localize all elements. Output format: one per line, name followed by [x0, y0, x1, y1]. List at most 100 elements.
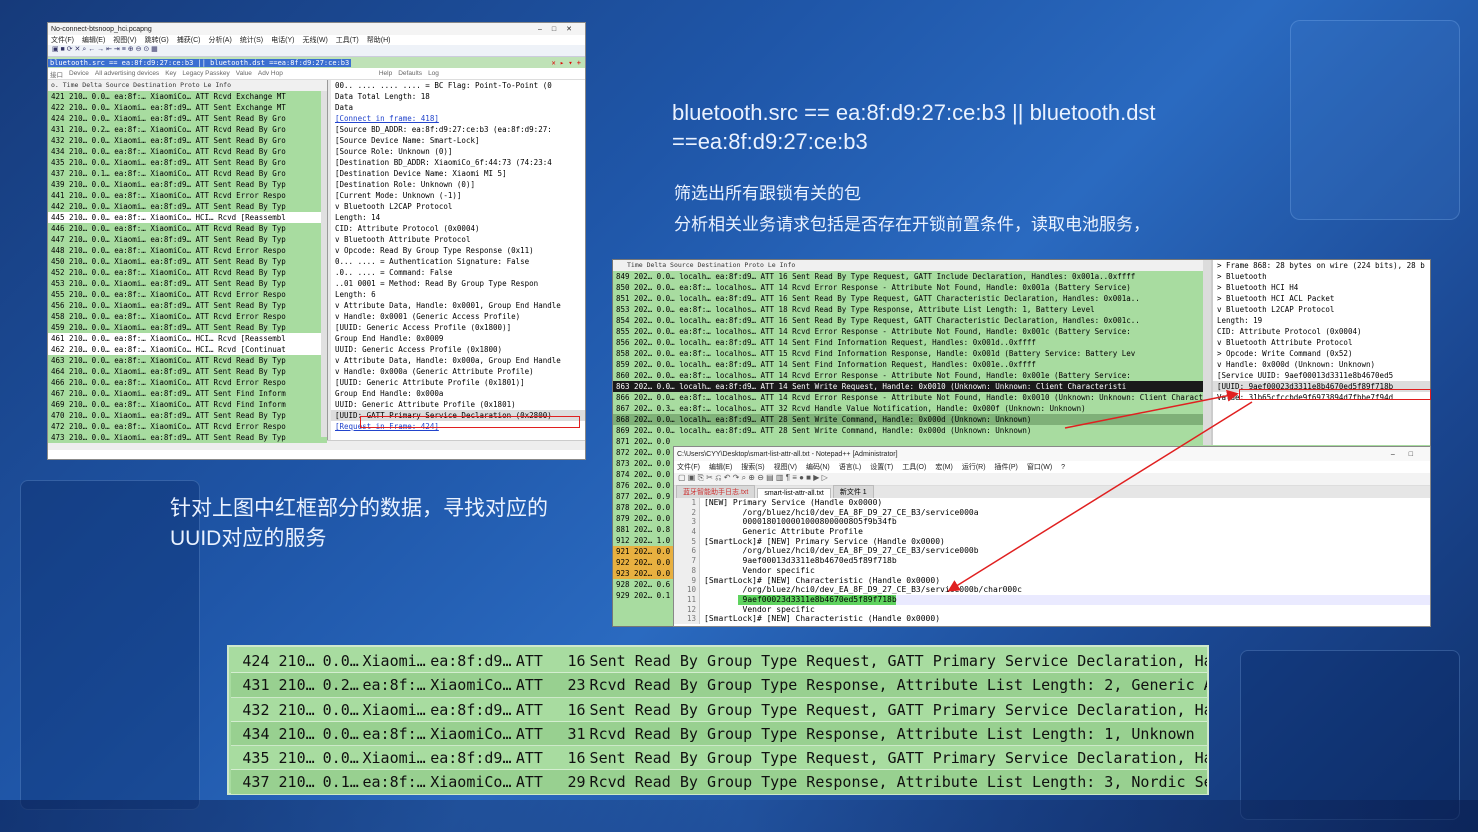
code-line[interactable]: Vendor specific	[700, 566, 1430, 576]
packet-row[interactable]: 855 202… 0.0… ea:8f:… localhos… ATT 14 R…	[613, 326, 1203, 337]
packet-row[interactable]: 437 210… 0.1… ea:8f:… XiaomiCo… ATT Rcvd…	[48, 168, 327, 179]
bluetooth-toolbar-item[interactable]: Key	[165, 70, 176, 77]
npp-menu-item[interactable]: 设置(T)	[870, 462, 893, 472]
packet-row[interactable]: 853 202… 0.0… ea:8f:… localhos… ATT 18 R…	[613, 304, 1203, 315]
npp-menu-item[interactable]: 窗口(W)	[1027, 462, 1052, 472]
packet-row[interactable]: 452 210… 0.0… ea:8f:… XiaomiCo… ATT Rcvd…	[48, 267, 327, 278]
detail-line[interactable]: Group End Handle: 0x0009	[331, 333, 585, 344]
packet-row[interactable]: 455 210… 0.0… ea:8f:… XiaomiCo… ATT Rcvd…	[48, 289, 327, 300]
code-line[interactable]: [SmartLock]# [NEW] Primary Service (Hand…	[700, 537, 1430, 547]
code-line[interactable]: 9aef00023d3311e8b4670ed5f89f718b	[700, 594, 1430, 605]
packet-row[interactable]: 445 210… 0.0… ea:8f:… XiaomiCo… HCI… Rcv…	[48, 212, 327, 223]
zoomed-packet-row[interactable]: 435 210… 0.0… Xiaomi… ea:8f:d9… ATT 16 Sent Re…	[231, 746, 1207, 771]
code-line[interactable]: [SmartLock]# [NEW] Characteristic (Handl…	[700, 614, 1430, 624]
npp-menu-item[interactable]: 搜索(S)	[741, 462, 764, 472]
packet-row[interactable]: 432 210… 0.0… Xiaomi… ea:8f:d9… ATT Sent…	[48, 135, 327, 146]
packet-row[interactable]: 859 202… 0.0… localh… ea:8f:d9… ATT 14 S…	[613, 359, 1203, 370]
packet-row[interactable]: 442 210… 0.0… Xiaomi… ea:8f:d9… ATT Sent…	[48, 201, 327, 212]
code-line[interactable]: /org/bluez/hci0/dev_EA_8F_D9_27_CE_B3/se…	[700, 585, 1430, 595]
npp-tab[interactable]: smart-list-attr-all.txt	[757, 488, 831, 498]
detail-line[interactable]: Length: 6	[331, 289, 585, 300]
bluetooth-toolbar-item[interactable]: 接口	[50, 69, 63, 79]
menu-item[interactable]: 帮助(H)	[367, 35, 391, 45]
code-line[interactable]: /org/bluez/hci0/dev_EA_8F_D9_27_CE_B3/se…	[700, 546, 1430, 556]
detail-line[interactable]: v Attribute Data, Handle: 0x000a, Group …	[331, 355, 585, 366]
detail-line[interactable]: CID: Attribute Protocol (0x0004)	[1213, 326, 1430, 337]
bluetooth-toolbar-item[interactable]: Defaults	[398, 70, 422, 77]
toolbar[interactable]: ▣ ■ ⟳ ✕ ⌕ ← → ⇤ ⇥ ≡ ⊕ ⊖ ⊙ ▦	[48, 45, 585, 57]
npp-menu-item[interactable]: 工具(O)	[902, 462, 926, 472]
packet-row[interactable]: 466 210… 0.0… ea:8f:… XiaomiCo… ATT Rcvd…	[48, 377, 327, 388]
detail-line[interactable]: Length: 14	[331, 212, 585, 223]
detail-line[interactable]: 0... .... = Authentication Signature: Fa…	[331, 256, 585, 267]
detail-line[interactable]: Group End Handle: 0x000a	[331, 388, 585, 399]
detail-line[interactable]: [Connect in frame: 418]	[331, 113, 585, 124]
detail-line[interactable]: [Destination Role: Unknown (0)]	[331, 179, 585, 190]
packet-row[interactable]: 422 210… 0.0… Xiaomi… ea:8f:d9… ATT Sent…	[48, 102, 327, 113]
packet-row[interactable]: 869 202… 0.0… localh… ea:8f:d9… ATT 28 S…	[613, 425, 1203, 436]
code-line[interactable]: [NEW] Primary Service (Handle 0x0000)	[700, 498, 1430, 508]
packet-row-stub[interactable]: 872 202… 0.0	[613, 447, 673, 458]
packet-row[interactable]: 435 210… 0.0… Xiaomi… ea:8f:d9… ATT Sent…	[48, 157, 327, 168]
detail-line[interactable]: v Handle: 0x000d (Unknown: Unknown)	[1213, 359, 1430, 370]
zoomed-packet-row[interactable]: 431 210… 0.2… ea:8f:… XiaomiCo… ATT 23 Rcvd Re…	[231, 673, 1207, 698]
npp-editor[interactable]: [NEW] Primary Service (Handle 0x0000) /o…	[700, 498, 1430, 624]
detail-line[interactable]: v Bluetooth Attribute Protocol	[331, 234, 585, 245]
zoomed-packet-row[interactable]: 437 210… 0.1… ea:8f:… XiaomiCo… ATT 29 Rcvd Re…	[231, 770, 1207, 795]
detail-line[interactable]: [Source Role: Unknown (0)]	[331, 146, 585, 157]
packet-row[interactable]: 447 210… 0.0… Xiaomi… ea:8f:d9… ATT Sent…	[48, 234, 327, 245]
packet-row-stub[interactable]: 873 202… 0.0	[613, 458, 673, 469]
packet-row[interactable]: 421 210… 0.0… ea:8f:… XiaomiCo… ATT Rcvd…	[48, 91, 327, 102]
packet-row-stub[interactable]: 929 202… 0.1	[613, 590, 673, 601]
menu-item[interactable]: 统计(S)	[240, 35, 263, 45]
npp-menu-item[interactable]: 文件(F)	[677, 462, 700, 472]
packet-row[interactable]: 462 210… 0.0… ea:8f:… XiaomiCo… HCI… Rcv…	[48, 344, 327, 355]
npp-window-controls[interactable]: –□	[1391, 451, 1427, 458]
npp-menu-item[interactable]: 宏(M)	[935, 462, 953, 472]
zoomed-packet-row[interactable]: 434 210… 0.0… ea:8f:… XiaomiCo… ATT 31 Rcvd Re…	[231, 721, 1207, 747]
code-line[interactable]: Vendor specific	[700, 605, 1430, 615]
detail-line[interactable]: Data Total Length: 18	[331, 91, 585, 102]
packet-row-stub[interactable]: 876 202… 0.0	[613, 480, 673, 491]
menu-item[interactable]: 视图(V)	[113, 35, 136, 45]
detail-line[interactable]: [Source Device Name: Smart-Lock]	[331, 135, 585, 146]
packet-row-stub[interactable]: 928 202… 0.6	[613, 579, 673, 590]
bluetooth-toolbar-item[interactable]: Adv Hop	[258, 70, 283, 77]
npp-menu-item[interactable]: 语言(L)	[839, 462, 862, 472]
packet-row-stub[interactable]: 878 202… 0.0	[613, 502, 673, 513]
detail-line[interactable]: .0.. .... = Command: False	[331, 267, 585, 278]
packet-row[interactable]: 868 202… 0.0… localh… ea:8f:d9… ATT 28 S…	[613, 414, 1203, 425]
packet-row[interactable]: 439 210… 0.0… Xiaomi… ea:8f:d9… ATT Sent…	[48, 179, 327, 190]
menu-item[interactable]: 电话(Y)	[271, 35, 294, 45]
packet-row[interactable]: 473 210… 0.0… Xiaomi… ea:8f:d9… ATT Sent…	[48, 432, 327, 443]
packet-row[interactable]: 450 210… 0.0… Xiaomi… ea:8f:d9… ATT Sent…	[48, 256, 327, 267]
packet-row[interactable]: 446 210… 0.0… ea:8f:… XiaomiCo… ATT Rcvd…	[48, 223, 327, 234]
menu-item[interactable]: 无线(W)	[303, 35, 328, 45]
npp-tab[interactable]: 蓝牙智能助手日志.txt	[676, 485, 756, 498]
detail-line[interactable]: v Bluetooth L2CAP Protocol	[331, 201, 585, 212]
packet-row[interactable]: 863 202… 0.0… localh… ea:8f:d9… ATT 14 S…	[613, 381, 1203, 392]
detail-line[interactable]: [Destination BD_ADDR: XiaomiCo_6f:44:73 …	[331, 157, 585, 168]
filter-clear-icon[interactable]: ✕ ▸ ▾ +	[551, 59, 585, 67]
packet-row-stub[interactable]: 923 202… 0.0	[613, 568, 673, 579]
packet-row[interactable]: 469 210… 0.0… ea:8f:… XiaomiCo… ATT Rcvd…	[48, 399, 327, 410]
packet-row[interactable]: 463 210… 0.0… ea:8f:… XiaomiCo… ATT Rcvd…	[48, 355, 327, 366]
bluetooth-toolbar-item[interactable]: Log	[428, 70, 439, 77]
packet-row[interactable]: 854 202… 0.0… localh… ea:8f:d9… ATT 16 S…	[613, 315, 1203, 326]
npp-menu-item[interactable]: ?	[1061, 464, 1065, 471]
detail-line[interactable]: v Handle: 0x0001 (Generic Access Profile…	[331, 311, 585, 322]
bluetooth-toolbar-item[interactable]: Help	[379, 70, 392, 77]
packet-row[interactable]: 858 202… 0.0… ea:8f:… localhos… ATT 15 R…	[613, 348, 1203, 359]
code-line[interactable]: [SmartLock]# [NEW] Characteristic (Handl…	[700, 576, 1430, 586]
detail-line[interactable]: ..01 0001 = Method: Read By Group Type R…	[331, 278, 585, 289]
zoomed-packet-row[interactable]: 424 210… 0.0… Xiaomi… ea:8f:d9… ATT 16 Sent Re…	[231, 649, 1207, 674]
detail-line[interactable]: > Bluetooth HCI H4	[1213, 282, 1430, 293]
detail-line[interactable]: [Service UUID: 9aef00013d3311e8b4670ed5	[1213, 370, 1430, 381]
detail-line[interactable]: UUID: Generic Access Profile (0x1800)	[331, 344, 585, 355]
packet-row-stub[interactable]: 877 202… 0.9	[613, 491, 673, 502]
packet-list-2-scrollbar[interactable]	[1203, 260, 1211, 445]
packet-row-stub[interactable]: 879 202… 0.0	[613, 513, 673, 524]
npp-menu-item[interactable]: 编辑(E)	[709, 462, 732, 472]
packet-row[interactable]: 424 210… 0.0… Xiaomi… ea:8f:d9… ATT Sent…	[48, 113, 327, 124]
packet-row[interactable]: 441 210… 0.0… ea:8f:… XiaomiCo… ATT Rcvd…	[48, 190, 327, 201]
